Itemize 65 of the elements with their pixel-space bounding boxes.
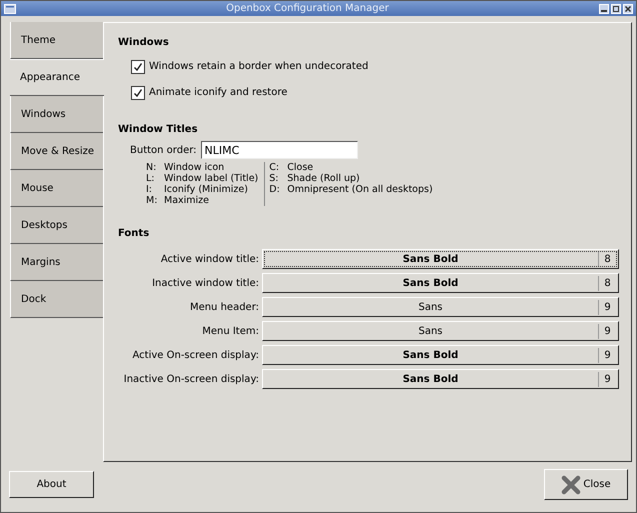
legend-text: Window label (Title) xyxy=(164,173,258,184)
minimize-icon[interactable] xyxy=(599,4,609,14)
field-label: Button order: xyxy=(130,144,197,158)
legend-key: S: xyxy=(269,173,288,184)
tab[interactable]: Move & Resize xyxy=(10,133,103,170)
font-name: Sans xyxy=(417,300,444,314)
legend-key: C: xyxy=(269,162,288,173)
tab[interactable]: Margins xyxy=(10,244,103,281)
legend-key: I: xyxy=(146,184,164,195)
font-name: Sans Bold xyxy=(402,372,460,386)
legend-text: Iconify (Minimize) xyxy=(164,184,248,195)
checkbox-label[interactable]: Animate iconify and restore xyxy=(149,85,288,100)
font-size: 9 xyxy=(598,300,616,314)
tab[interactable]: Theme xyxy=(10,22,103,59)
legend-key: L: xyxy=(146,173,164,184)
font-button[interactable]: Sans Bold 9 xyxy=(262,345,619,365)
font-name: Sans Bold xyxy=(402,252,460,266)
tab[interactable]: Mouse xyxy=(10,170,103,207)
legend-text: Shade (Roll up) xyxy=(287,173,360,184)
font-size: 8 xyxy=(598,276,616,290)
legend-text: Maximize xyxy=(164,195,210,206)
font-label: Inactive window title: xyxy=(151,276,259,290)
legend-key: D: xyxy=(269,184,288,195)
font-size: 9 xyxy=(598,324,616,338)
section-heading: Fonts xyxy=(118,227,150,241)
font-button[interactable]: Sans Bold 9 xyxy=(262,369,619,389)
font-label: Active On-screen display: xyxy=(132,348,259,362)
font-size: 9 xyxy=(598,372,616,386)
font-label: Inactive On-screen display: xyxy=(122,372,259,386)
legend-text: Close xyxy=(287,162,314,173)
close-icon[interactable] xyxy=(623,4,633,14)
checkmark-icon xyxy=(133,62,143,72)
about-button[interactable]: About xyxy=(9,471,94,498)
button-order-field[interactable]: NLIMC xyxy=(200,141,358,159)
font-label: Menu header: xyxy=(188,300,259,314)
window-title: Openbox Configuration Manager xyxy=(225,4,390,14)
font-size: 8 xyxy=(598,252,616,266)
checkbox-label[interactable]: Windows retain a border when undecorated xyxy=(149,59,368,74)
font-name: Sans Bold xyxy=(402,348,460,362)
maximize-icon[interactable] xyxy=(611,4,621,14)
checkmark-icon xyxy=(133,88,143,98)
tab[interactable]: Dock xyxy=(10,281,103,318)
tab[interactable]: Desktops xyxy=(10,207,103,244)
checkbox[interactable] xyxy=(131,86,145,100)
font-name: Sans xyxy=(417,324,444,338)
font-label: Active window title: xyxy=(160,252,259,266)
tab[interactable]: Appearance xyxy=(10,59,104,96)
legend-key: M: xyxy=(146,195,164,206)
font-button[interactable]: Sans 9 xyxy=(262,297,619,317)
section-heading: Window Titles xyxy=(118,123,199,137)
legend-text: Window icon xyxy=(164,162,224,173)
font-size: 9 xyxy=(598,348,616,362)
font-button[interactable]: Sans Bold 8 xyxy=(262,273,619,293)
font-button[interactable]: Sans 9 xyxy=(262,321,619,341)
legend-key: N: xyxy=(146,162,164,173)
legend-text: Omnipresent (On all desktops) xyxy=(287,184,433,195)
section-heading: Windows xyxy=(118,36,170,50)
checkbox[interactable] xyxy=(131,60,145,74)
window-menu-icon[interactable] xyxy=(4,4,16,14)
font-button[interactable]: Sans Bold 8 xyxy=(262,249,619,269)
close-x-icon xyxy=(561,474,582,494)
tab[interactable]: Windows xyxy=(10,96,103,133)
font-name: Sans Bold xyxy=(402,276,460,290)
font-label: Menu Item: xyxy=(201,324,259,338)
close-button[interactable]: Close xyxy=(544,469,628,500)
